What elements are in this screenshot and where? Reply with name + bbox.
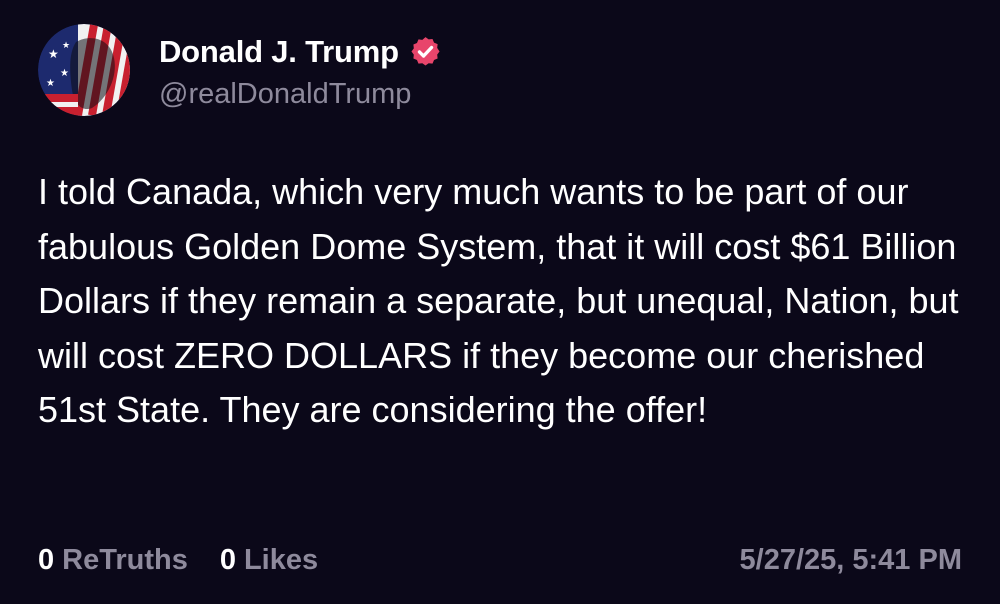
- author-handle[interactable]: @realDonaldTrump: [159, 78, 442, 111]
- name-row: Donald J. Trump: [159, 30, 442, 74]
- svg-text:★: ★: [48, 47, 59, 61]
- retruths-label: ReTruths: [62, 543, 188, 576]
- svg-text:★: ★: [46, 78, 55, 89]
- svg-text:★: ★: [62, 41, 70, 51]
- post-footer: 0 ReTruths 0 Likes 5/27/25, 5:41 PM: [38, 540, 962, 580]
- post-card: ★ ★ ★ ★ Donald J. Trump @realDonaldTrump…: [0, 0, 1000, 604]
- svg-text:★: ★: [60, 68, 69, 79]
- retruths-count: 0: [38, 543, 55, 576]
- author-names: Donald J. Trump @realDonaldTrump: [159, 30, 442, 111]
- avatar-image: ★ ★ ★ ★: [38, 24, 130, 116]
- likes-count: 0: [219, 543, 236, 576]
- verified-badge-icon: [409, 35, 442, 68]
- author-display-name[interactable]: Donald J. Trump: [159, 34, 399, 70]
- avatar[interactable]: ★ ★ ★ ★: [38, 24, 130, 116]
- likes-stat[interactable]: 0 Likes: [220, 544, 318, 577]
- post-header: ★ ★ ★ ★ Donald J. Trump @realDonaldTrump: [38, 24, 442, 116]
- post-body: I told Canada, which very much wants to …: [38, 171, 959, 430]
- likes-label: Likes: [243, 543, 319, 576]
- retruths-stat[interactable]: 0 ReTruths: [38, 544, 188, 577]
- post-timestamp[interactable]: 5/27/25, 5:41 PM: [740, 544, 962, 577]
